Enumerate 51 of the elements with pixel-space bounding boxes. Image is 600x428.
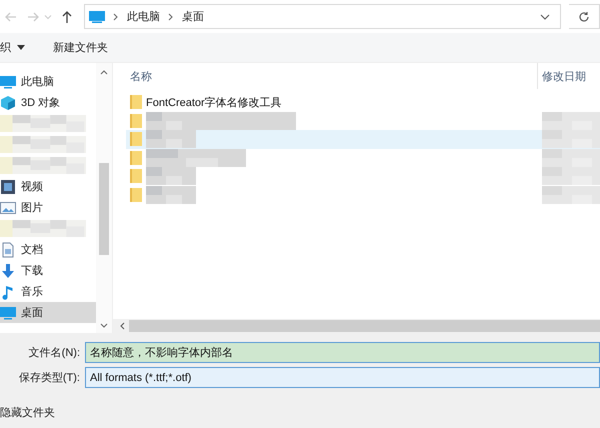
nav-pane-item[interactable]: 下载 bbox=[0, 260, 96, 281]
monitor-icon bbox=[0, 304, 16, 320]
blurred-block bbox=[542, 130, 600, 148]
nav-pane-item[interactable]: 视频 bbox=[0, 176, 96, 197]
blurred-block bbox=[542, 186, 600, 204]
scroll-down-icon[interactable] bbox=[100, 323, 108, 329]
blurred-block bbox=[542, 148, 600, 167]
breadcrumb[interactable]: 桌面 bbox=[182, 9, 204, 24]
scrollbar-thumb[interactable] bbox=[129, 320, 600, 332]
scrollbar-thumb[interactable] bbox=[99, 163, 109, 255]
nav-pane-item[interactable]: 文档 bbox=[0, 239, 96, 260]
new-folder-button[interactable]: 新建文件夹 bbox=[51, 38, 110, 57]
folder-icon bbox=[130, 114, 142, 128]
nav-pane-item[interactable]: 3D 对象 bbox=[0, 92, 96, 113]
chevron-icon bbox=[113, 12, 119, 20]
up-arrow-icon[interactable] bbox=[60, 10, 74, 24]
folder-icon bbox=[130, 132, 142, 146]
nav-pane-item[interactable]: 桌面 bbox=[0, 302, 96, 323]
field-label: 保存类型(T): bbox=[18, 371, 81, 385]
breadcrumb[interactable]: 此电脑 bbox=[127, 9, 160, 24]
chevron-icon bbox=[168, 12, 174, 20]
filename-field[interactable]: 名称随意，不影响字体内部名 bbox=[85, 342, 600, 363]
nav-pane-item[interactable]: 此电脑 bbox=[0, 71, 96, 92]
folder-name[interactable]: FontCreator字体名修改工具 bbox=[146, 94, 282, 110]
hide-folders-link[interactable]: 隐藏文件夹 bbox=[0, 405, 55, 420]
caret-icon bbox=[17, 45, 25, 50]
nav-pane-item[interactable]: 图片 bbox=[0, 197, 96, 218]
address-bar[interactable]: 此电脑 桌面 bbox=[84, 4, 561, 29]
folder-icon bbox=[130, 188, 142, 202]
cube-icon bbox=[0, 94, 16, 110]
blurred-block bbox=[146, 186, 196, 204]
computer-icon bbox=[0, 74, 16, 90]
folder-icon bbox=[130, 169, 142, 184]
refresh-button[interactable] bbox=[569, 4, 600, 29]
refresh-icon bbox=[578, 10, 590, 22]
dropdown-caret-icon[interactable] bbox=[540, 14, 550, 20]
folder-icon bbox=[130, 150, 142, 165]
nav-pane-item[interactable]: 音乐 bbox=[0, 281, 96, 302]
scroll-up-icon[interactable] bbox=[100, 69, 108, 75]
scroll-left-icon[interactable] bbox=[119, 322, 125, 330]
blurred-block bbox=[542, 112, 600, 130]
film-icon bbox=[0, 178, 16, 194]
field-label: 文件名(N): bbox=[28, 346, 81, 360]
column-header[interactable]: 名称 bbox=[130, 68, 152, 84]
computer-icon bbox=[89, 10, 105, 22]
column-header[interactable]: 修改日期 bbox=[537, 63, 600, 89]
organize-menu[interactable]: 织 bbox=[0, 40, 25, 55]
folder-icon bbox=[130, 95, 142, 110]
blurred-block bbox=[542, 167, 600, 186]
file-type-dropdown[interactable]: All formats (*.ttf;*.otf) bbox=[85, 367, 600, 388]
down-arrow-icon bbox=[0, 262, 16, 278]
